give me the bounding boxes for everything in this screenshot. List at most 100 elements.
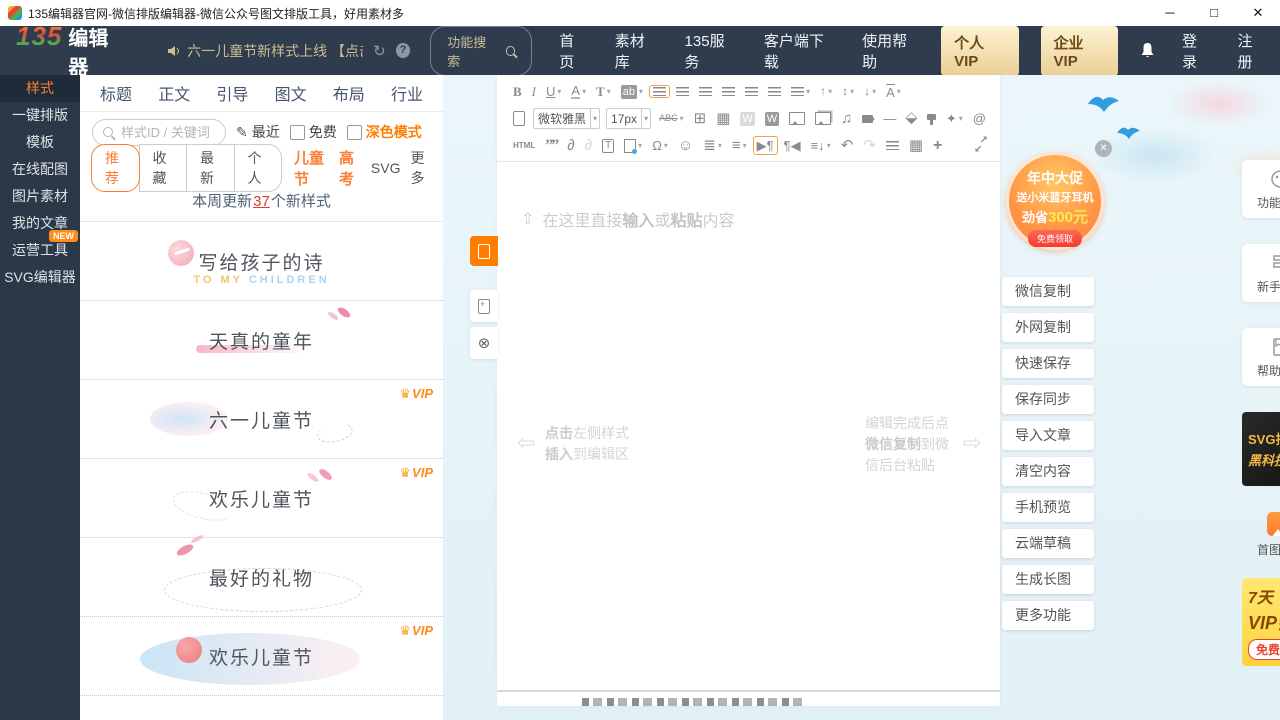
new-doc-icon[interactable] [509,109,529,128]
action-button-1[interactable]: 微信复制 [1002,277,1094,306]
unordered-list-icon[interactable]: ≡▾ [728,136,751,155]
sidebar-item[interactable]: 图片素材 [0,183,80,210]
style-search-box[interactable] [92,119,226,146]
table-icon[interactable]: ⊞ [690,109,711,128]
align-left-icon[interactable] [649,85,670,98]
sidebar-item[interactable]: 样式 [0,75,80,102]
emoji-icon[interactable]: ☺ [674,136,697,155]
action-button-7[interactable]: 手机预览 [1002,493,1094,522]
action-button-10[interactable]: 更多功能 [1002,601,1094,630]
promo-close-icon[interactable]: ✕ [1095,140,1112,157]
recent-styles[interactable]: ✎ 最近 [236,122,280,142]
eraser-icon[interactable]: ◪ [902,109,920,128]
more-link-1[interactable]: SVG [371,160,401,176]
undo-icon[interactable]: ↶ [837,136,858,155]
announcement[interactable]: 六一儿童节新样式上线 【点击查 [167,41,363,61]
function-search[interactable]: 功能搜索 [430,26,532,76]
refresh-icon[interactable]: ↻ [373,42,386,60]
logo[interactable]: 135 编辑器 [16,21,125,80]
search-at-icon[interactable]: @ [969,109,990,128]
action-button-6[interactable]: 清空内容 [1002,457,1094,486]
sidebar-item[interactable]: 在线配图 [0,156,80,183]
style-item[interactable]: ♛VIP欢乐儿童节 [80,459,443,538]
sidebar-item[interactable]: SVG编辑器 [0,264,80,291]
paragraph-spacing-icon[interactable]: ≡↓▾ [807,136,835,155]
align-text-icon[interactable] [882,139,903,152]
style-tab-4[interactable]: 图文 [275,81,307,105]
html-source-icon[interactable]: HTML [509,136,539,155]
font-size-select[interactable]: 17px▾ [606,108,651,129]
promo-circle[interactable]: 年中大促 送小米蓝牙耳机 劲省300元 免费领取 [1006,152,1104,250]
dark-mode-checkbox[interactable] [347,125,362,140]
fullscreen-icon[interactable]: ↗↙ [974,138,988,152]
action-button-9[interactable]: 生成长图 [1002,565,1094,594]
style-tab-6[interactable]: 行业 [391,81,423,105]
nav-link-3[interactable]: 135服务 [685,30,737,72]
dock-item-help[interactable]: 帮助中心 [1242,328,1280,386]
style-item[interactable]: 天真的童年 [80,301,443,380]
nav-link-1[interactable]: 首页 [559,30,588,72]
rtl-paragraph-icon[interactable]: ¶◀ [780,136,805,155]
music-icon[interactable]: ♫ [837,109,856,128]
action-button-3[interactable]: 快速保存 [1002,349,1094,378]
align-justify-icon[interactable] [741,85,762,98]
sidebar-item[interactable]: 运营工具NEW [0,237,80,264]
free-filter[interactable]: 免费 [290,122,337,142]
bold-icon[interactable]: B [509,82,526,101]
align-center-icon[interactable] [672,85,693,98]
redo-icon[interactable]: ↷ [859,136,880,155]
new-document-tab[interactable] [470,290,498,322]
float-box-icon[interactable]: ▾ [620,137,646,155]
nav-link-4[interactable]: 客户端下载 [764,30,835,72]
promo-claim-button[interactable]: 免费领取 [1028,230,1082,247]
style-tab-1[interactable]: 标题 [100,81,132,105]
style-tab-3[interactable]: 引导 [216,81,248,105]
register-link[interactable]: 注册 [1238,30,1267,72]
style-item[interactable]: 写给孩子的诗TO MY CHILDREN [80,222,443,301]
unlink-icon[interactable]: ∂ [581,136,596,155]
login-link[interactable]: 登录 [1182,30,1211,72]
drag-move-icon[interactable]: + [929,137,946,155]
editor-placeholder[interactable]: ⇧ 在这里直接输入或粘贴内容 [521,207,734,231]
letter-spacing-icon[interactable]: A▾ [882,82,905,102]
document-tab-active[interactable] [470,236,498,266]
text-style-icon[interactable]: T▾ [592,82,615,101]
word-import-icon[interactable]: W [761,110,783,128]
qrcode-icon[interactable]: ▦ [905,136,927,155]
filter-1[interactable]: 推荐 [91,144,140,192]
video-icon[interactable] [858,113,877,125]
close-document-tab[interactable]: ⊗ [470,327,498,359]
line-height-icon[interactable]: ↕▾ [838,82,858,101]
margin-top-icon[interactable]: ↑▾ [816,82,836,101]
strikethrough-icon[interactable]: ABC▾ [655,109,688,128]
style-item[interactable]: ♛VIP欢乐儿童节 [80,617,443,696]
nav-link-5[interactable]: 使用帮助 [862,30,919,72]
special-char-icon[interactable]: Ω▾ [648,136,672,155]
image-gallery-icon[interactable] [811,110,835,127]
style-search-input[interactable] [119,124,213,141]
dark-mode-filter[interactable]: 深色模式 [347,122,422,142]
vip-ad-banner[interactable]: 7天 VIP会员 免费领取 [1242,578,1280,666]
magic-wand-icon[interactable]: ✦▾ [942,109,967,128]
paragraph-margin-icon[interactable]: ↓▾ [860,82,880,101]
action-button-8[interactable]: 云端草稿 [1002,529,1094,558]
text-block-icon[interactable]: T [598,137,618,155]
action-button-5[interactable]: 导入文章 [1002,421,1094,450]
maximize-button[interactable]: □ [1192,0,1236,26]
hot-link-2[interactable]: 高考 [339,147,361,189]
bell-icon[interactable] [1140,42,1155,59]
dock-item-cover-maker[interactable]: 首图制作 [1242,512,1280,558]
personal-vip-button[interactable]: 个人VIP [941,26,1018,76]
sidebar-item[interactable]: 模板 [0,129,80,156]
sidebar-item[interactable]: 一键排版 [0,102,80,129]
more-link-2[interactable]: 更多 [411,148,432,188]
blockquote-icon[interactable]: ”” [541,136,561,155]
help-icon[interactable]: ? [396,43,411,58]
style-tab-5[interactable]: 布局 [333,81,365,105]
nav-link-2[interactable]: 素材库 [615,30,658,72]
font-family-select[interactable]: 微软雅黑▾ [533,108,600,129]
format-painter-icon[interactable] [923,116,940,122]
dock-item-guide[interactable]: 新手指引 [1242,244,1280,302]
style-item[interactable]: ♛VIP六一儿童节 [80,380,443,459]
underline-icon[interactable]: U▾ [542,82,565,101]
